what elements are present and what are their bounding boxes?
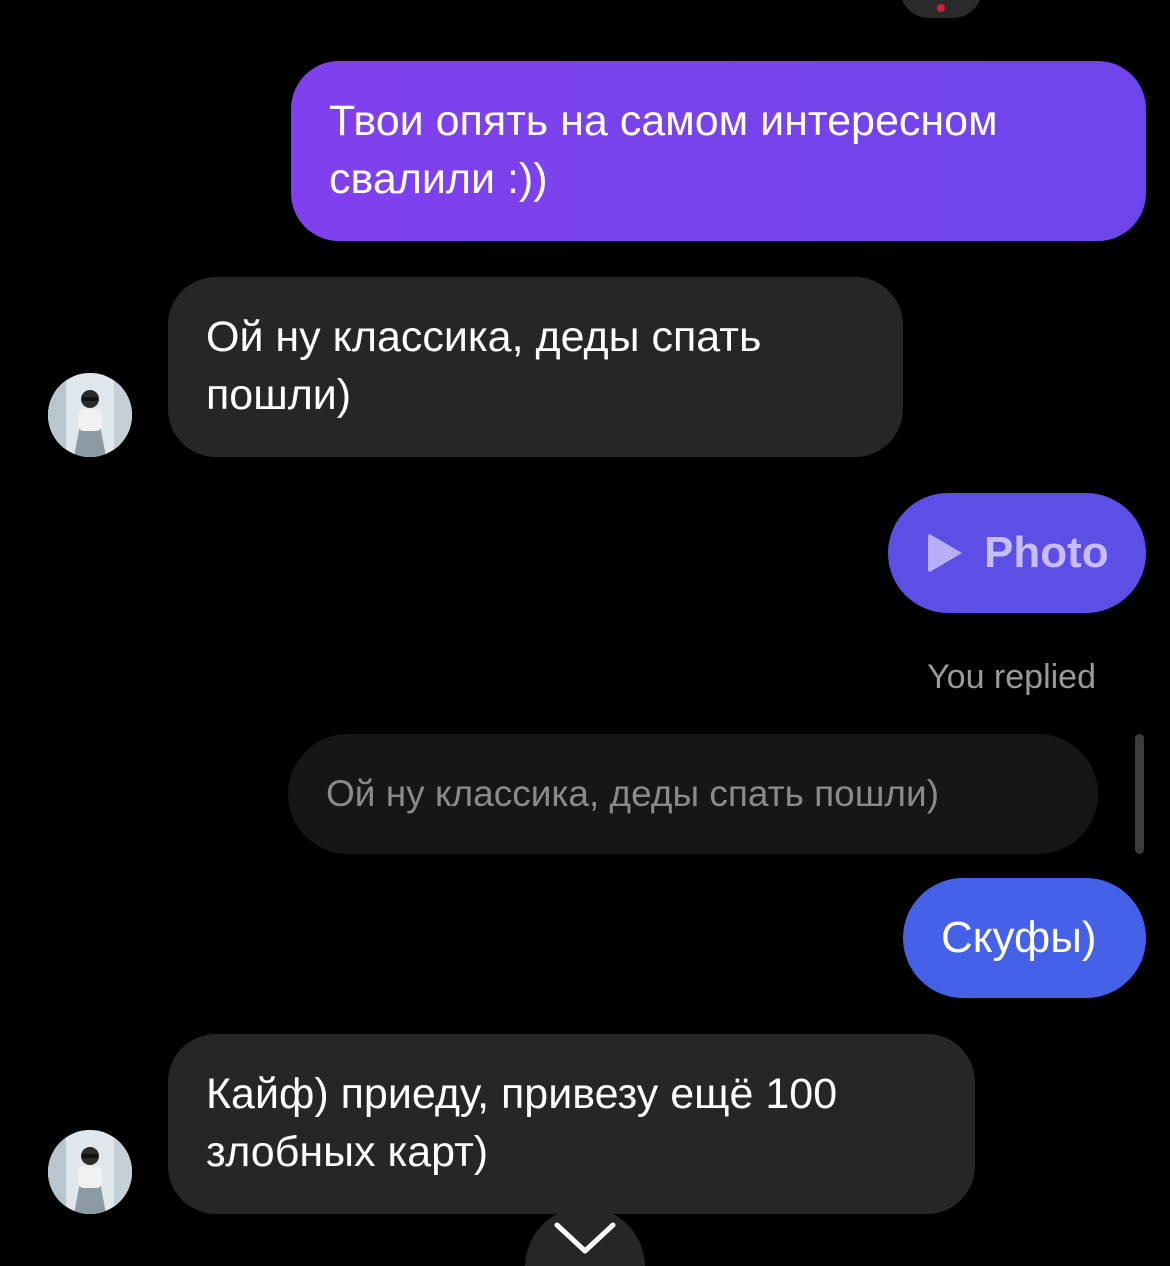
message-text: Кайф) приеду, привезу ещё 100 злобных ка… [206, 1070, 838, 1176]
message-text: Твои опять на самом интересном свалили :… [329, 97, 998, 203]
play-icon [928, 533, 962, 573]
avatar-image [48, 1130, 132, 1214]
message-text: Скуфы) [941, 913, 1097, 962]
reply-status-label: You replied [927, 658, 1096, 696]
reaction-badge[interactable] [900, 0, 982, 18]
incoming-message[interactable]: Ой ну классика, деды спать пошли) [168, 277, 903, 457]
reaction-icon [937, 4, 945, 12]
message-text: Ой ну классика, деды спать пошли) [206, 313, 762, 419]
avatar[interactable] [48, 373, 132, 457]
quoted-reply-preview[interactable]: Ой ну классика, деды спать пошли) [288, 734, 1098, 854]
incoming-message[interactable]: Кайф) приеду, привезу ещё 100 злобных ка… [168, 1034, 975, 1214]
outgoing-message[interactable]: Твои опять на самом интересном свалили :… [291, 61, 1146, 241]
avatar[interactable] [48, 1130, 132, 1214]
chevron-down-icon [554, 1222, 616, 1254]
outgoing-message[interactable]: Скуфы) [903, 878, 1146, 998]
chat-screen: Твои опять на самом интересном свалили :… [0, 0, 1170, 1266]
avatar-image [48, 373, 132, 457]
outgoing-photo-message[interactable]: Photo [888, 493, 1146, 613]
photo-label: Photo [984, 528, 1109, 577]
quoted-text: Ой ну классика, деды спать пошли) [326, 773, 940, 814]
scroll-to-bottom-button[interactable] [525, 1207, 645, 1266]
reply-indicator-bar [1135, 734, 1144, 854]
